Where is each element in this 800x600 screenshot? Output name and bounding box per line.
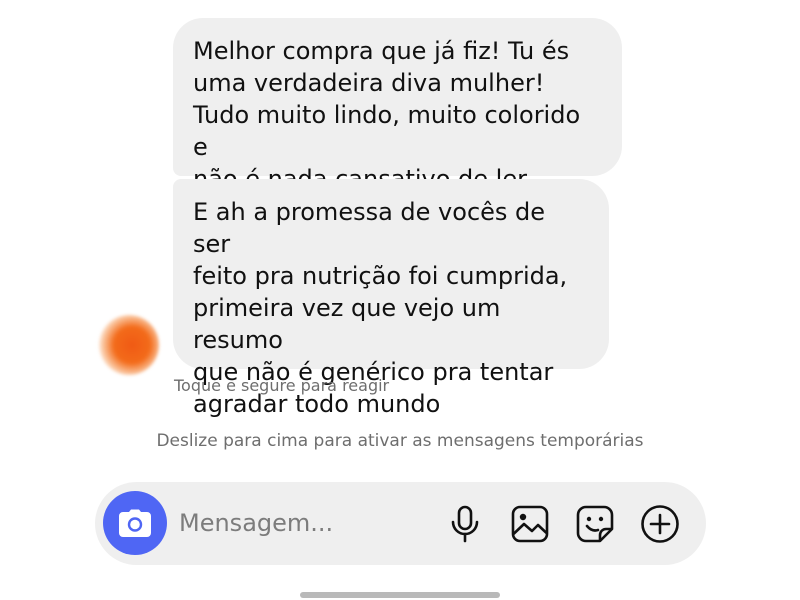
camera-icon xyxy=(119,509,151,537)
chat-screen: Melhor compra que já fiz! Tu és uma verd… xyxy=(0,0,800,600)
microphone-icon xyxy=(451,505,479,543)
camera-button[interactable] xyxy=(103,491,167,555)
microphone-button[interactable] xyxy=(443,502,487,546)
message-input[interactable] xyxy=(179,502,419,544)
vanish-mode-hint: Deslize para cima para ativar as mensage… xyxy=(156,431,644,451)
home-indicator[interactable] xyxy=(300,592,500,598)
react-hint: Toque e segure para reagir xyxy=(174,376,390,395)
message-composer xyxy=(95,482,706,565)
more-button[interactable] xyxy=(638,502,682,546)
message-bubble[interactable]: E ah a promessa de vocês de ser feito pr… xyxy=(173,179,609,418)
avatar[interactable] xyxy=(99,315,159,375)
sticker-icon xyxy=(576,505,614,543)
plus-circle-icon xyxy=(641,505,679,543)
gallery-button[interactable] xyxy=(508,502,552,546)
message-bubble[interactable]: Melhor compra que já fiz! Tu és uma verd… xyxy=(173,18,622,193)
gallery-icon xyxy=(511,505,549,543)
sticker-button[interactable] xyxy=(573,502,617,546)
